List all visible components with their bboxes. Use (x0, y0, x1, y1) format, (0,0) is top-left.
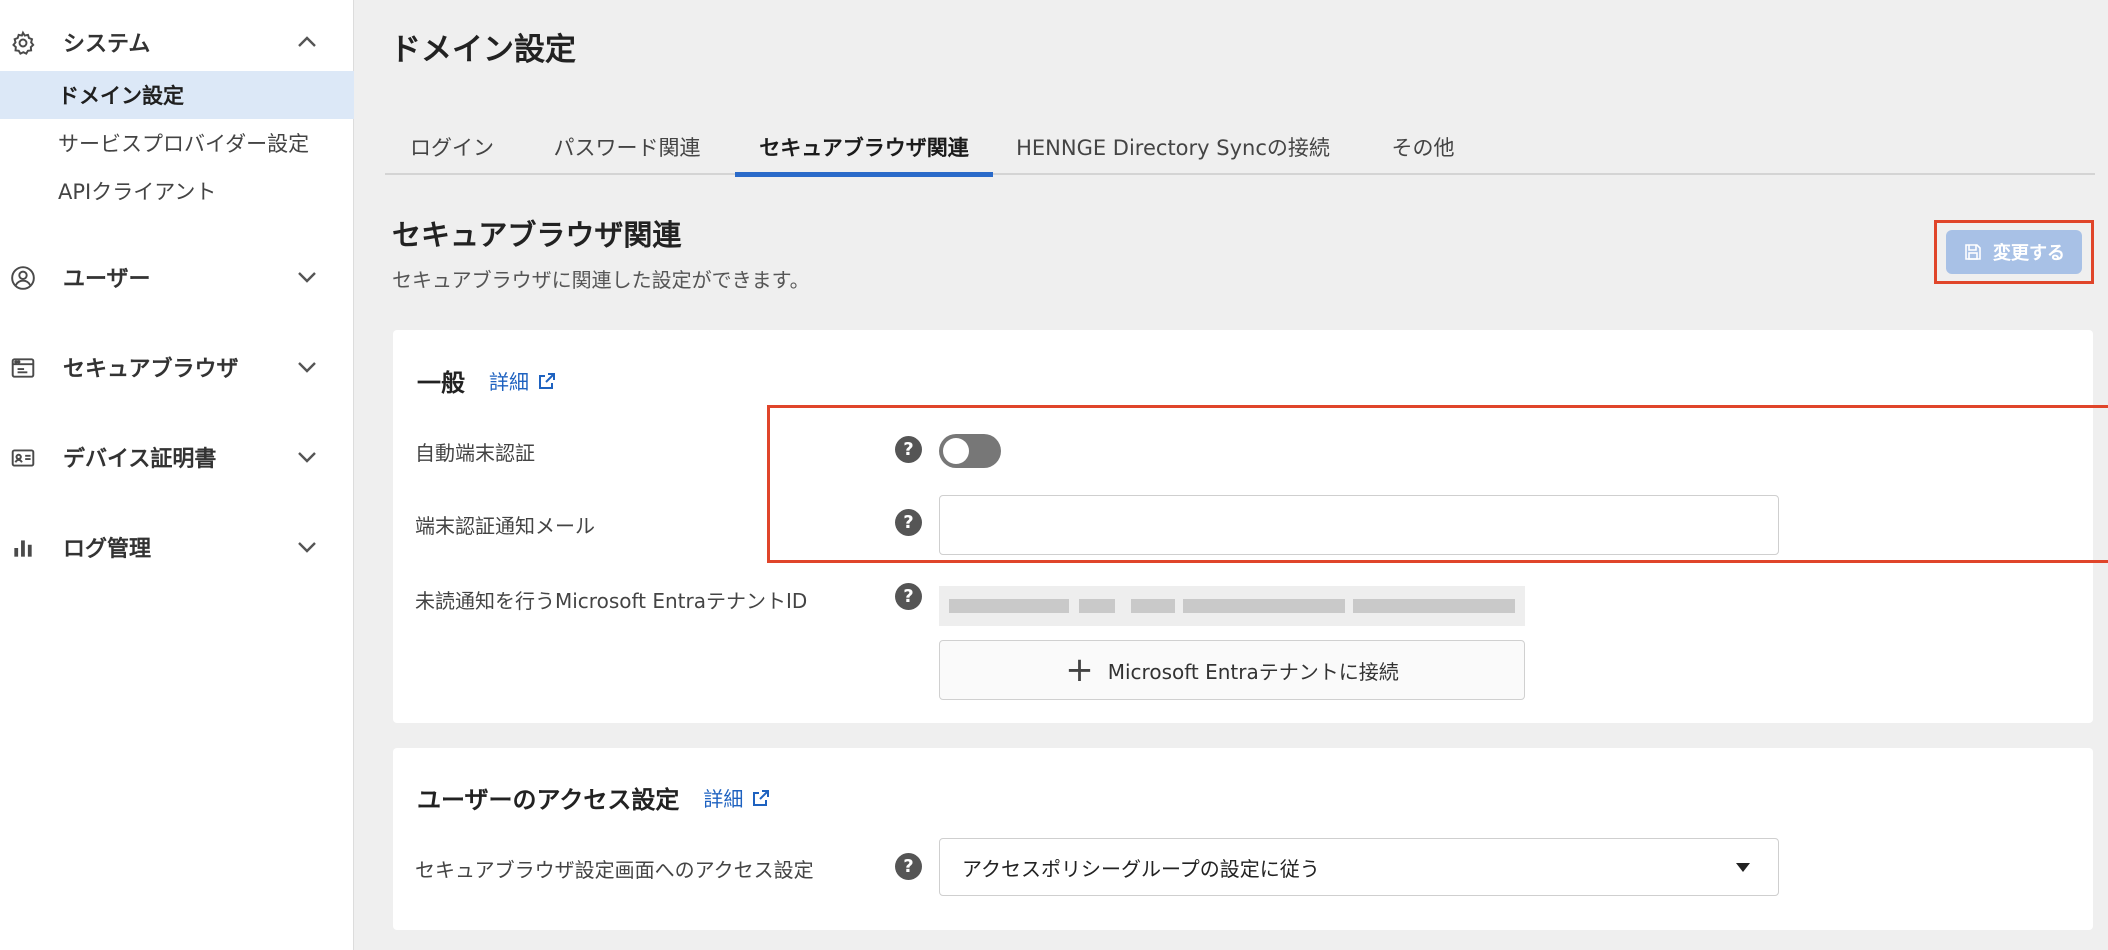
help-icon[interactable]: ? (895, 436, 922, 463)
sidebar-group-label: ユーザー (63, 267, 151, 292)
browser-window-icon (11, 358, 35, 378)
sidebar-item-label: APIクライアント (58, 180, 217, 204)
help-icon[interactable]: ? (895, 853, 922, 880)
sidebar-group-label: セキュアブラウザ (63, 357, 239, 382)
general-detail-link[interactable]: 詳細 (489, 366, 557, 395)
user-access-settings-card: ユーザーのアクセス設定 詳細 セキュアブラウザ設定画面へのアクセス設定 ? アク… (393, 748, 2093, 930)
main-content: ドメイン設定 ログイン パスワード関連 セキュアブラウザ関連 HENNGE Di… (354, 0, 2108, 950)
chevron-down-icon (298, 272, 316, 283)
bar-chart-icon (14, 540, 32, 557)
access-setting-select[interactable]: アクセスポリシーグループの設定に従う (939, 838, 1779, 896)
plus-icon: + (1065, 650, 1094, 690)
chevron-up-icon (298, 36, 316, 47)
chevron-down-icon (298, 542, 316, 553)
access-card-header: ユーザーのアクセス設定 詳細 (417, 780, 771, 815)
tab-bar: ログイン パスワード関連 セキュアブラウザ関連 HENNGE Directory… (385, 118, 2095, 177)
auto-device-auth-toggle[interactable] (939, 434, 1001, 468)
section-description: セキュアブラウザに関連した設定ができます。 (392, 268, 810, 292)
external-link-icon (753, 789, 770, 806)
external-link-icon (539, 372, 555, 389)
help-icon[interactable]: ? (895, 583, 922, 610)
sidebar-item-label: サービスプロバイダー設定 (58, 132, 310, 156)
gear-icon (12, 30, 35, 55)
sidebar-group-system[interactable]: システム (0, 17, 354, 67)
tab-directory-sync[interactable]: HENNGE Directory Syncの接続 (993, 118, 1353, 175)
tab-login[interactable]: ログイン (385, 118, 519, 175)
sidebar-item-domain-settings[interactable]: ドメイン設定 (0, 71, 354, 119)
access-setting-label: セキュアブラウザ設定画面へのアクセス設定 (415, 858, 814, 882)
tenant-id-redacted-value (939, 586, 1525, 626)
page-title: ドメイン設定 (390, 32, 576, 68)
section-title: セキュアブラウザ関連 (392, 218, 682, 252)
tab-password[interactable]: パスワード関連 (519, 118, 735, 175)
id-card-icon (11, 449, 35, 467)
notify-mail-input[interactable] (939, 495, 1779, 555)
sidebar-group-users[interactable]: ユーザー (0, 252, 354, 302)
detail-link-label: 詳細 (489, 370, 529, 394)
save-button-label: 変更する (1993, 243, 2065, 264)
toggle-knob (943, 438, 969, 464)
access-detail-link[interactable]: 詳細 (703, 783, 771, 812)
tab-secure-browser[interactable]: セキュアブラウザ関連 (735, 118, 993, 177)
save-button[interactable]: 変更する (1946, 230, 2082, 274)
app-root: システム ドメイン設定 サービスプロバイダー設定 APIクライアント ユーザー … (0, 0, 2108, 950)
caret-down-icon (1736, 863, 1750, 872)
notify-mail-label: 端末認証通知メール (415, 514, 595, 538)
auto-device-auth-label: 自動端末認証 (415, 441, 535, 465)
sidebar-item-label: ドメイン設定 (58, 84, 184, 108)
tenant-id-label: 未読通知を行うMicrosoft EntraテナントID (415, 589, 808, 613)
floppy-disk-icon (1965, 244, 1981, 260)
sidebar-group-label: デバイス証明書 (63, 447, 217, 472)
sidebar-item-service-provider-settings[interactable]: サービスプロバイダー設定 (0, 119, 354, 167)
user-circle-icon (11, 266, 35, 290)
general-settings-card: 一般 詳細 自動端末認証 ? 端末認証通知メール ? 未読通知を行うMicros… (393, 330, 2093, 723)
sidebar-item-api-client[interactable]: APIクライアント (0, 167, 354, 215)
sidebar-group-log-management[interactable]: ログ管理 (0, 522, 354, 572)
general-card-header: 一般 詳細 (417, 363, 557, 398)
general-card-title: 一般 (417, 369, 465, 397)
connect-button-label: Microsoft Entraテナントに接続 (1107, 659, 1399, 684)
sidebar-group-label: システム (63, 32, 151, 57)
sidebar-group-secure-browser[interactable]: セキュアブラウザ (0, 342, 354, 392)
chevron-down-icon (298, 362, 316, 373)
chevron-down-icon (298, 452, 316, 463)
tab-other[interactable]: その他 (1353, 118, 1493, 175)
detail-link-label: 詳細 (703, 787, 744, 811)
sidebar: システム ドメイン設定 サービスプロバイダー設定 APIクライアント ユーザー … (0, 0, 354, 950)
sidebar-group-label: ログ管理 (63, 537, 152, 562)
connect-entra-tenant-button[interactable]: + Microsoft Entraテナントに接続 (939, 640, 1525, 700)
sidebar-group-device-certificates[interactable]: デバイス証明書 (0, 432, 354, 482)
access-card-title: ユーザーのアクセス設定 (417, 786, 680, 814)
access-setting-selected-value: アクセスポリシーグループの設定に従う (962, 856, 1320, 881)
help-icon[interactable]: ? (895, 509, 922, 536)
